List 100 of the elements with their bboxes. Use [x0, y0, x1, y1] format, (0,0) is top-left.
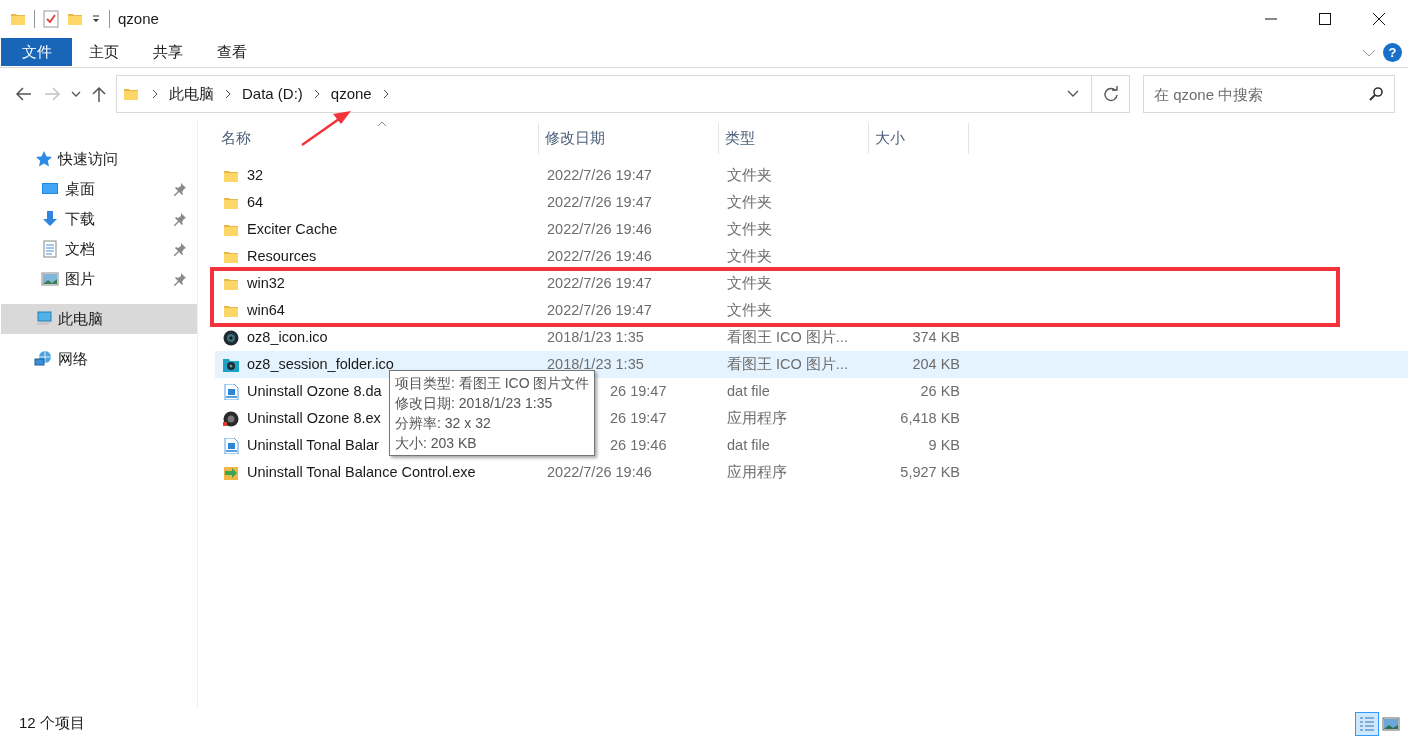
file-type: 看图王 ICO 图片... — [727, 328, 848, 345]
file-icon — [223, 383, 239, 400]
file-size: 9 KB — [928, 436, 960, 453]
maximize-icon — [1319, 13, 1331, 25]
file-name[interactable]: Uninstall Ozone 8.da — [247, 380, 382, 403]
star-icon — [34, 150, 52, 168]
modified-date: 2022/7/26 19:46 — [547, 463, 652, 480]
sidebar-item[interactable]: 图片 — [0, 264, 197, 294]
window-title: qzone — [118, 8, 159, 29]
refresh-icon — [1102, 86, 1119, 102]
file-size: 26 KB — [920, 382, 960, 399]
sidebar-item[interactable]: 下载 — [0, 204, 197, 234]
file-type: 文件夹 — [727, 220, 772, 237]
file-size: 6,418 KB — [900, 409, 960, 426]
search-field[interactable]: 在 qzone 中搜索 — [1143, 75, 1395, 113]
modified-date: 2018/1/23 1:35 — [547, 328, 644, 345]
file-name[interactable]: win64 — [247, 299, 285, 322]
computer-icon — [34, 310, 52, 328]
ribbon-tab[interactable]: 文件 — [1, 38, 72, 66]
address-dropdown-icon[interactable] — [1067, 90, 1079, 98]
sidebar-item[interactable]: 网络 — [0, 344, 197, 374]
picture-icon — [41, 270, 59, 288]
modified-date: 2022/7/26 19:46 — [547, 247, 652, 264]
file-name[interactable]: 32 — [247, 164, 264, 187]
back-icon — [15, 86, 33, 102]
view-toggle[interactable] — [1355, 711, 1379, 736]
dropdown-caret-icon[interactable] — [91, 14, 101, 24]
file-name[interactable]: Uninstall Tonal Balar — [247, 434, 379, 457]
file-icon — [223, 437, 239, 454]
address-bar[interactable]: 此电脑 Data (D:) qzone — [116, 75, 1092, 113]
file-name[interactable]: Exciter Cache — [247, 218, 338, 241]
column-header[interactable]: 大小 — [869, 123, 969, 154]
file-name[interactable]: Uninstall Tonal Balance Control.exe — [247, 461, 476, 484]
download-arrow-icon — [41, 210, 59, 228]
document-icon — [41, 240, 59, 258]
file-type: 看图王 ICO 图片... — [727, 355, 848, 372]
modified-date: 2022/7/26 19:47 — [547, 301, 652, 318]
file-type: 文件夹 — [727, 247, 772, 264]
details-view-icon — [1358, 714, 1376, 733]
breadcrumb-item[interactable]: Data (D:) — [236, 82, 309, 106]
modified-date: 2022/7/26 19:46 — [547, 220, 652, 237]
tooltip-line: 大小: 203 KB — [395, 434, 478, 453]
chevron-down-icon[interactable] — [1361, 48, 1376, 57]
sidebar-item[interactable]: 快速访问 — [0, 144, 197, 174]
ribbon-tab[interactable]: 共享 — [136, 38, 200, 66]
file-size: 204 KB — [912, 355, 960, 372]
installer-arrow-icon — [223, 464, 239, 481]
file-type: 应用程序 — [727, 463, 787, 480]
search-icon[interactable] — [1369, 87, 1383, 101]
modified-date: 26 19:47 — [610, 409, 667, 426]
sort-ascending-icon — [376, 121, 387, 127]
up-icon — [91, 86, 107, 102]
file-name[interactable]: oz8_icon.ico — [247, 326, 328, 349]
modified-date: 26 19:46 — [610, 436, 667, 453]
disc-icon — [223, 410, 239, 427]
file-type: 文件夹 — [727, 274, 772, 291]
breadcrumb-item[interactable]: 此电脑 — [163, 82, 220, 106]
chevron-right-icon — [224, 89, 232, 99]
annotation-arrow — [299, 108, 354, 149]
file-type: dat file — [727, 382, 770, 399]
file-name[interactable]: Resources — [247, 245, 317, 268]
disc-icon — [223, 329, 239, 346]
file-name[interactable]: 64 — [247, 191, 264, 214]
breadcrumb-item[interactable]: qzone — [324, 82, 378, 106]
file-name[interactable]: win32 — [247, 272, 285, 295]
ribbon-tab[interactable]: 主页 — [72, 38, 136, 66]
forward-icon — [43, 86, 61, 102]
file-size: 5,927 KB — [900, 463, 960, 480]
chevron-right-icon — [381, 89, 390, 99]
checklist-icon[interactable] — [43, 10, 59, 28]
file-type: dat file — [727, 436, 770, 453]
chevron-right-icon — [151, 89, 159, 99]
close-icon — [1373, 13, 1385, 25]
file-type: 应用程序 — [727, 409, 787, 426]
modified-date: 2022/7/26 19:47 — [547, 166, 652, 183]
sidebar-item[interactable]: 桌面 — [0, 174, 197, 204]
tooltip-line: 修改日期: 2018/1/23 1:35 — [395, 394, 554, 413]
folder-icon — [123, 86, 139, 102]
tooltip-line: 项目类型: 看图王 ICO 图片文件 — [395, 374, 590, 393]
column-header[interactable]: 修改日期 — [539, 123, 719, 154]
help-button[interactable]: ? — [1383, 43, 1402, 62]
file-type: 文件夹 — [727, 193, 772, 210]
file-name[interactable]: Uninstall Ozone 8.ex — [247, 407, 381, 430]
modified-date: 2022/7/26 19:47 — [547, 193, 652, 210]
modified-date: 2022/7/26 19:47 — [547, 274, 652, 291]
column-header[interactable]: 类型 — [719, 123, 869, 154]
tooltip-line: 分辨率: 32 x 32 — [395, 414, 492, 433]
modified-date: 26 19:47 — [610, 382, 667, 399]
modified-date: 2018/1/23 1:35 — [547, 355, 644, 372]
large-icons-view-icon — [1382, 714, 1400, 733]
item-count: 12 个项目 — [19, 713, 85, 734]
file-type: 文件夹 — [727, 166, 772, 183]
refresh-button[interactable] — [1092, 75, 1130, 113]
file-name[interactable]: oz8_session_folder.ico — [247, 353, 394, 376]
ribbon-tab[interactable]: 查看 — [200, 38, 264, 66]
network-globe-icon — [34, 350, 52, 368]
sidebar-item[interactable]: 文档 — [0, 234, 197, 264]
sidebar-item[interactable]: 此电脑 — [1, 304, 197, 334]
chevron-right-icon — [312, 89, 321, 99]
file-type: 文件夹 — [727, 301, 772, 318]
